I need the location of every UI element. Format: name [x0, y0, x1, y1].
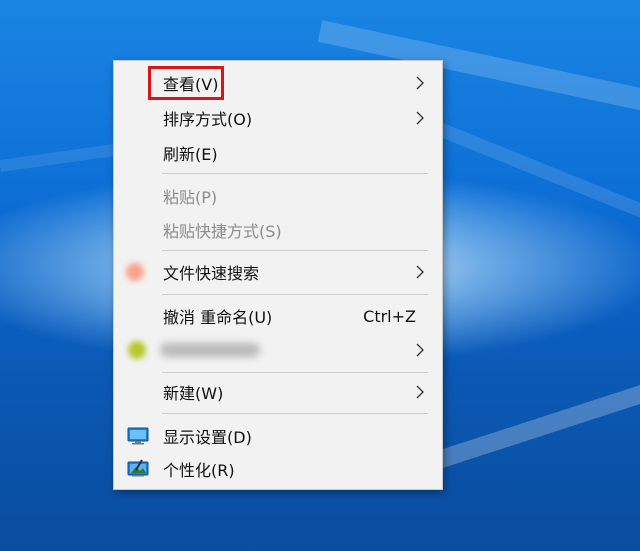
chevron-right-icon [416, 343, 424, 357]
chevron-right-icon [416, 111, 424, 125]
annotation-highlight-box [148, 66, 224, 100]
menu-item-personalize[interactable]: 个性化(R) [114, 452, 442, 486]
menu-item-label: 排序方式(O) [163, 110, 253, 129]
menu-item-new[interactable]: 新建(W) [114, 375, 442, 409]
menu-item-quick-file-search[interactable]: 文件快速搜索 [114, 255, 442, 289]
app-icon [128, 341, 146, 359]
display-settings-icon [127, 427, 149, 445]
menu-item-refresh[interactable]: 刷新(E) [114, 136, 442, 170]
menu-item-undo-rename[interactable]: 撤消 重命名(U) Ctrl+Z [114, 299, 442, 333]
personalize-icon [127, 459, 149, 477]
menu-item-paste-shortcut[interactable]: 粘贴快捷方式(S) [114, 213, 442, 247]
menu-item-label: 显示设置(D) [163, 428, 252, 447]
chevron-right-icon [416, 385, 424, 399]
chevron-right-icon [416, 76, 424, 90]
menu-separator [162, 173, 428, 174]
menu-item-label: 撤消 重命名(U) [163, 308, 273, 327]
menu-item-shortcut: Ctrl+Z [363, 306, 416, 326]
menu-item-label: 文件快速搜索 [163, 264, 260, 283]
menu-item-display-settings[interactable]: 显示设置(D) [114, 419, 442, 453]
menu-separator [162, 250, 428, 251]
file-search-app-icon [126, 263, 144, 281]
menu-separator [162, 372, 428, 373]
menu-item-label: 新建(W) [163, 384, 224, 403]
menu-item-label: 粘贴(P) [163, 188, 218, 207]
menu-item-blurred[interactable] [114, 333, 442, 367]
menu-item-label: 刷新(E) [163, 145, 218, 164]
menu-item-sort-by[interactable]: 排序方式(O) [114, 101, 442, 135]
menu-separator [162, 294, 428, 295]
menu-item-paste[interactable]: 粘贴(P) [114, 179, 442, 213]
menu-item-label [160, 343, 260, 357]
chevron-right-icon [416, 265, 424, 279]
menu-item-label: 粘贴快捷方式(S) [163, 222, 282, 241]
desktop-context-menu: 查看(V) 排序方式(O) 刷新(E) 粘贴(P) 粘贴快捷方式(S) 文件快速… [113, 60, 443, 490]
menu-item-label: 个性化(R) [163, 461, 235, 480]
menu-separator [162, 413, 428, 414]
